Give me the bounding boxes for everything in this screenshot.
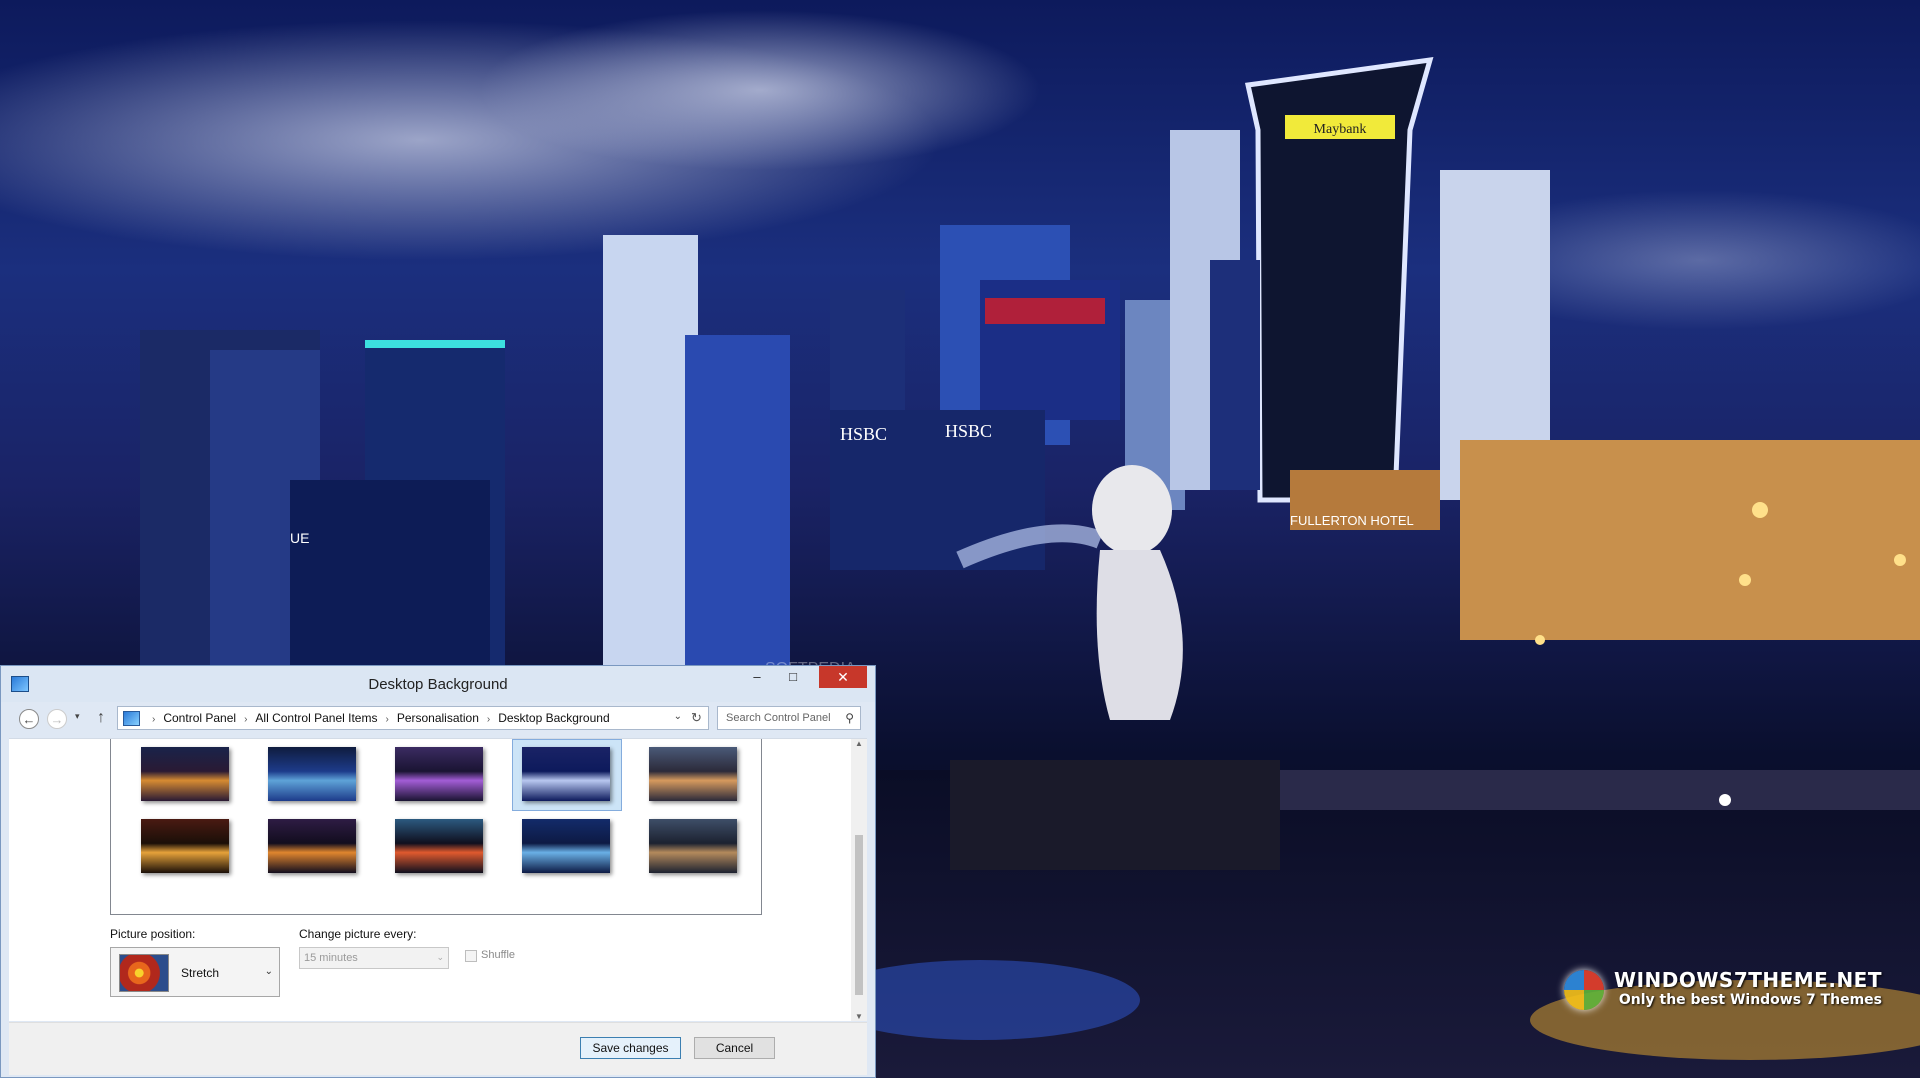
street-light [1739,574,1751,586]
picture-position-label: Picture position: [110,927,196,941]
windows-logo-icon [1564,970,1605,1010]
save-changes-button[interactable]: Save changes [580,1037,681,1059]
search-icon[interactable]: ⚲ [845,711,854,725]
breadcrumb-control-panel[interactable]: Control Panel [163,711,236,725]
cloud [480,10,1040,170]
title-bar[interactable]: Desktop Background – □ ✕ [1,666,875,702]
search-placeholder: Search Control Panel [726,712,831,724]
wallpaper-thumb-5[interactable] [649,747,737,801]
merlion-pier [950,760,1280,870]
building [685,335,790,665]
ue-text: UE [290,530,309,546]
content-pane: Picture position: Stretch ⌄ Change pictu… [9,738,867,1021]
breadcrumb-separator: › [152,714,156,725]
merlion-head [1092,465,1172,555]
wallpaper-thumb-8[interactable] [395,819,483,873]
breadcrumb-desktop-background[interactable]: Desktop Background [498,711,609,725]
chevron-down-icon: ⌄ [436,952,444,962]
breadcrumb-separator[interactable]: › [487,714,490,725]
wallpaper-thumb-2[interactable] [268,747,356,801]
wallpaper-thumb-6[interactable] [141,819,229,873]
button-bar: Save changes Cancel [9,1022,867,1075]
up-arrow-icon[interactable]: ↑ [97,709,105,727]
picture-position-select[interactable]: Stretch ⌄ [110,947,280,997]
shuffle-checkbox [465,950,477,962]
forward-arrow-icon[interactable]: → [47,709,67,729]
street-light [1719,794,1731,806]
address-dropdown-icon[interactable]: ⌄ [674,711,682,722]
back-arrow-icon[interactable]: ← [19,709,39,729]
watermark-subtitle: Only the best Windows 7 Themes [1618,992,1882,1008]
building [603,235,698,665]
site-watermark: WINDOWS7THEME.NET Only the best Windows … [1564,968,1882,1010]
breadcrumb: › Control Panel › All Control Panel Items › P… [144,711,610,725]
change-picture-label: Change picture every: [299,927,417,941]
recent-locations-chevron-icon[interactable]: ▾ [75,711,80,722]
building [1210,260,1260,490]
street-light [1535,635,1545,645]
control-panel-icon [123,711,140,726]
street-light [1752,502,1768,518]
breadcrumb-personalisation[interactable]: Personalisation [397,711,479,725]
merlion-body [1096,550,1183,720]
fullerton-hotel-text: FULLERTON HOTEL [1290,513,1414,528]
address-toolbar: ← → ▾ ↑ › Control Panel › All Control Panel… [9,702,867,736]
watermark-title: WINDOWS7THEME.NET [1614,968,1882,992]
wallpaper-thumb-9[interactable] [522,819,610,873]
wallpaper-thumb-7[interactable] [268,819,356,873]
fullerton-hotel [1460,440,1920,640]
vertical-scrollbar[interactable]: ▲ ▼ [851,739,867,1021]
address-bar[interactable]: › Control Panel › All Control Panel Items › P… [117,706,689,730]
refresh-icon[interactable]: ↻ [685,706,709,730]
stretch-preview-icon [119,954,169,992]
chevron-down-icon[interactable]: ⌄ [265,966,273,977]
shuffle-label: Shuffle [481,949,516,961]
breadcrumb-separator[interactable]: › [244,714,247,725]
breadcrumb-all-items[interactable]: All Control Panel Items [255,711,377,725]
building-roof-light [365,340,505,348]
close-button[interactable]: ✕ [819,666,867,688]
breadcrumb-separator[interactable]: › [385,714,388,725]
change-picture-value: 15 minutes [304,952,358,964]
hsbc-text: HSBC [945,421,992,441]
wallpaper-thumb-3[interactable] [395,747,483,801]
maybank-text: Maybank [1314,122,1367,137]
desktop-background-window: Desktop Background – □ ✕ ← → ▾ ↑ › Contro… [0,665,876,1078]
building-sign [985,298,1105,324]
change-picture-select: 15 minutes ⌄ [299,947,449,969]
minimize-button[interactable]: – [739,666,775,688]
wallpaper-thumb-4[interactable] [522,747,610,801]
scrollbar-thumb[interactable] [855,835,863,995]
maximize-button[interactable]: □ [775,666,811,688]
scroll-up-icon[interactable]: ▲ [855,739,863,748]
scroll-down-icon[interactable]: ▼ [855,1012,863,1021]
building [290,480,490,670]
cancel-button[interactable]: Cancel [694,1037,775,1059]
hsbc-text: HSBC [840,424,887,444]
street-light [1894,554,1906,566]
wallpaper-gallery [110,739,762,915]
picture-position-value: Stretch [181,966,220,980]
wallpaper-thumb-10[interactable] [649,819,737,873]
search-input[interactable]: Search Control Panel ⚲ [717,706,861,730]
wallpaper-thumb-1[interactable] [141,747,229,801]
